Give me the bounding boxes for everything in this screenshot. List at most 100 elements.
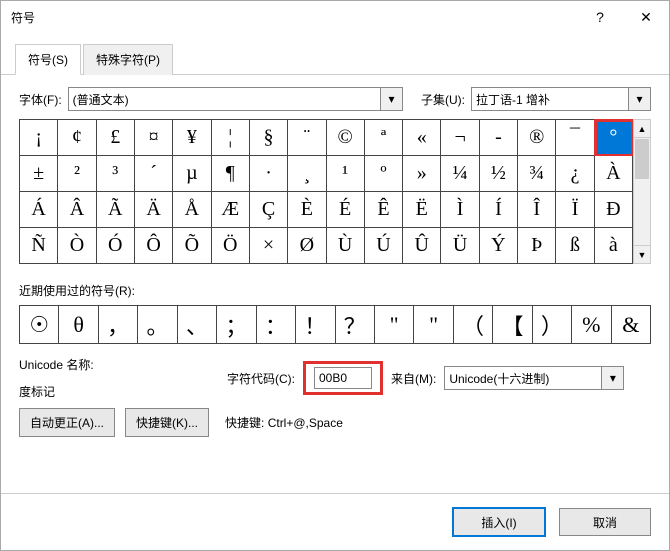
subset-select[interactable]: 拉丁语-1 增补 ▾ xyxy=(471,87,651,111)
symbol-cell[interactable]: § xyxy=(250,120,288,156)
symbol-cell[interactable]: · xyxy=(250,156,288,192)
symbol-cell[interactable]: Ù xyxy=(327,228,365,264)
recent-symbol-cell[interactable]: ） xyxy=(533,306,572,344)
symbol-cell[interactable]: Á xyxy=(20,192,58,228)
symbol-cell[interactable]: ¢ xyxy=(58,120,96,156)
symbol-cell[interactable]: Â xyxy=(58,192,96,228)
symbol-cell[interactable]: Ï xyxy=(556,192,594,228)
symbol-cell[interactable]: ¨ xyxy=(288,120,326,156)
recent-symbol-cell[interactable]: ， xyxy=(99,306,138,344)
symbol-cell[interactable]: Û xyxy=(403,228,441,264)
symbol-cell[interactable]: Í xyxy=(480,192,518,228)
symbol-cell[interactable]: ¶ xyxy=(212,156,250,192)
unicode-name-label: Unicode 名称: xyxy=(19,356,219,373)
chevron-down-icon: ▾ xyxy=(380,88,402,110)
symbol-cell[interactable]: Ü xyxy=(441,228,479,264)
recent-symbol-cell[interactable]: θ xyxy=(59,306,98,344)
recent-symbol-cell[interactable]: 【 xyxy=(493,306,532,344)
recent-symbol-cell[interactable]: 。 xyxy=(138,306,177,344)
symbol-cell[interactable]: Õ xyxy=(173,228,211,264)
symbol-cell[interactable]: Ô xyxy=(135,228,173,264)
symbol-cell[interactable]: Ý xyxy=(480,228,518,264)
symbol-cell[interactable]: Ú xyxy=(365,228,403,264)
tab-special-chars[interactable]: 特殊字符(P) xyxy=(83,44,173,75)
from-select[interactable]: Unicode(十六进制) ▾ xyxy=(444,366,624,390)
symbol-cell[interactable]: ¹ xyxy=(327,156,365,192)
recent-symbol-cell[interactable]: " xyxy=(375,306,414,344)
recent-symbol-cell[interactable]: & xyxy=(612,306,651,344)
symbol-cell[interactable]: × xyxy=(250,228,288,264)
symbol-cell[interactable]: ² xyxy=(58,156,96,192)
char-code-input[interactable] xyxy=(314,367,372,389)
symbol-cell[interactable]: - xyxy=(480,120,518,156)
symbol-cell[interactable]: © xyxy=(327,120,365,156)
symbol-cell[interactable]: ¾ xyxy=(518,156,556,192)
recent-symbol-cell[interactable]: 、 xyxy=(178,306,217,344)
chevron-down-icon: ▾ xyxy=(628,88,650,110)
font-select[interactable]: (普通文本) ▾ xyxy=(68,87,403,111)
symbol-cell[interactable]: ¤ xyxy=(135,120,173,156)
scroll-thumb[interactable] xyxy=(635,139,649,179)
symbol-cell[interactable]: ¬ xyxy=(441,120,479,156)
symbol-cell[interactable]: Ð xyxy=(595,192,633,228)
symbol-cell[interactable]: » xyxy=(403,156,441,192)
symbol-cell[interactable]: Þ xyxy=(518,228,556,264)
symbol-cell[interactable]: ¯ xyxy=(556,120,594,156)
symbol-cell[interactable]: Ñ xyxy=(20,228,58,264)
scroll-track[interactable] xyxy=(634,180,650,245)
symbol-cell[interactable]: È xyxy=(288,192,326,228)
symbol-cell[interactable]: Ò xyxy=(58,228,96,264)
symbol-cell[interactable]: ¼ xyxy=(441,156,479,192)
symbol-cell[interactable]: ½ xyxy=(480,156,518,192)
symbol-cell[interactable]: Ó xyxy=(97,228,135,264)
recent-symbol-cell[interactable]: ； xyxy=(217,306,256,344)
symbol-cell[interactable]: à xyxy=(595,228,633,264)
help-button[interactable]: ? xyxy=(577,1,623,33)
symbol-cell[interactable]: Ê xyxy=(365,192,403,228)
recent-symbol-cell[interactable]: ？ xyxy=(336,306,375,344)
symbol-cell[interactable]: º xyxy=(365,156,403,192)
symbol-cell[interactable]: ¦ xyxy=(212,120,250,156)
symbol-cell[interactable]: ³ xyxy=(97,156,135,192)
symbol-cell[interactable]: Ä xyxy=(135,192,173,228)
symbol-cell[interactable]: £ xyxy=(97,120,135,156)
symbol-cell[interactable]: Ì xyxy=(441,192,479,228)
recent-symbol-cell[interactable]: ： xyxy=(257,306,296,344)
symbol-cell[interactable]: ¡ xyxy=(20,120,58,156)
symbol-cell[interactable]: Ø xyxy=(288,228,326,264)
symbol-cell[interactable]: ° xyxy=(595,120,633,156)
symbol-cell[interactable]: Î xyxy=(518,192,556,228)
symbol-cell[interactable]: Ö xyxy=(212,228,250,264)
symbol-cell[interactable]: ¸ xyxy=(288,156,326,192)
grid-scrollbar[interactable]: ▲ ▼ xyxy=(633,119,651,264)
autocorrect-button[interactable]: 自动更正(A)... xyxy=(19,408,115,437)
symbol-cell[interactable]: Ç xyxy=(250,192,288,228)
recent-symbol-cell[interactable]: " xyxy=(414,306,453,344)
symbol-cell[interactable]: ¿ xyxy=(556,156,594,192)
symbol-cell[interactable]: É xyxy=(327,192,365,228)
recent-symbol-cell[interactable]: ☉ xyxy=(20,306,59,344)
symbol-cell[interactable]: ® xyxy=(518,120,556,156)
symbol-cell[interactable]: Å xyxy=(173,192,211,228)
symbol-cell[interactable]: µ xyxy=(173,156,211,192)
recent-symbol-cell[interactable]: ！ xyxy=(296,306,335,344)
shortcut-key-button[interactable]: 快捷键(K)... xyxy=(125,408,209,437)
symbol-cell[interactable]: ª xyxy=(365,120,403,156)
close-button[interactable]: ✕ xyxy=(623,1,669,33)
symbol-cell[interactable]: ± xyxy=(20,156,58,192)
symbol-cell[interactable]: ¥ xyxy=(173,120,211,156)
cancel-button[interactable]: 取消 xyxy=(559,508,651,536)
symbol-cell[interactable]: Ë xyxy=(403,192,441,228)
symbol-cell[interactable]: ß xyxy=(556,228,594,264)
recent-symbol-cell[interactable]: （ xyxy=(454,306,493,344)
symbol-cell[interactable]: « xyxy=(403,120,441,156)
recent-symbol-cell[interactable]: % xyxy=(572,306,611,344)
symbol-cell[interactable]: Ã xyxy=(97,192,135,228)
symbol-cell[interactable]: ´ xyxy=(135,156,173,192)
scroll-up-icon[interactable]: ▲ xyxy=(634,120,650,138)
scroll-down-icon[interactable]: ▼ xyxy=(634,245,650,263)
symbol-cell[interactable]: À xyxy=(595,156,633,192)
tab-symbols[interactable]: 符号(S) xyxy=(15,44,81,75)
symbol-cell[interactable]: Æ xyxy=(212,192,250,228)
insert-button[interactable]: 插入(I) xyxy=(453,508,545,536)
